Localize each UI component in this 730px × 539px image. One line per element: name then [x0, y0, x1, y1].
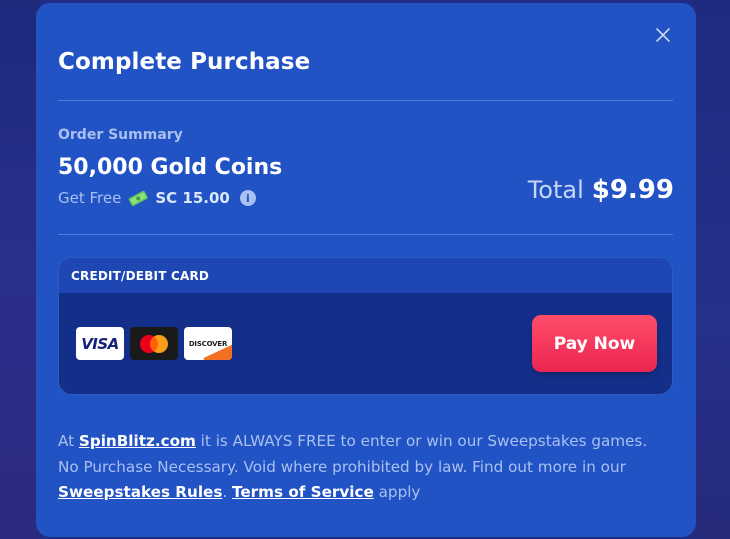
purchase-modal: Complete Purchase Order Summary 50,000 G… — [36, 3, 696, 537]
discover-logo: DISCOVER — [184, 327, 232, 360]
close-button[interactable] — [653, 25, 673, 45]
payment-method-panel: CREDIT/DEBIT CARD VISA DISCOVER Pay Now — [58, 257, 673, 395]
mastercard-logo — [130, 327, 178, 360]
total-price: $9.99 — [591, 175, 674, 205]
payment-method-body: VISA DISCOVER Pay Now — [59, 293, 672, 394]
mastercard-icon — [140, 334, 168, 353]
sweepstakes-disclaimer: At SpinBlitz.com it is ALWAYS FREE to en… — [58, 432, 648, 501]
pay-now-button[interactable]: Pay Now — [532, 315, 657, 372]
modal-title: Complete Purchase — [58, 49, 311, 75]
payment-method-label: CREDIT/DEBIT CARD — [59, 258, 672, 293]
total-label: Total — [527, 176, 584, 204]
divider — [58, 100, 673, 101]
visa-logo: VISA — [76, 327, 124, 360]
product-name: 50,000 Gold Coins — [58, 155, 283, 180]
backdrop-left — [0, 0, 40, 539]
cash-icon — [129, 190, 149, 207]
order-summary-label: Order Summary — [58, 127, 183, 143]
site-link[interactable]: SpinBlitz.com — [79, 432, 196, 450]
order-total: Total $9.99 — [528, 175, 674, 205]
close-icon[interactable] — [656, 28, 670, 42]
divider — [58, 234, 673, 235]
bonus-line: Get Free SC 15.00 i — [58, 189, 256, 207]
terms-of-service-link[interactable]: Terms of Service — [232, 483, 374, 501]
info-icon[interactable]: i — [239, 190, 256, 206]
backdrop-right — [690, 0, 730, 539]
card-logos: VISA DISCOVER — [76, 327, 232, 360]
bonus-value: SC 15.00 — [155, 189, 230, 207]
sweepstakes-rules-link[interactable]: Sweepstakes Rules — [58, 483, 222, 501]
bonus-prefix: Get Free — [58, 189, 122, 207]
